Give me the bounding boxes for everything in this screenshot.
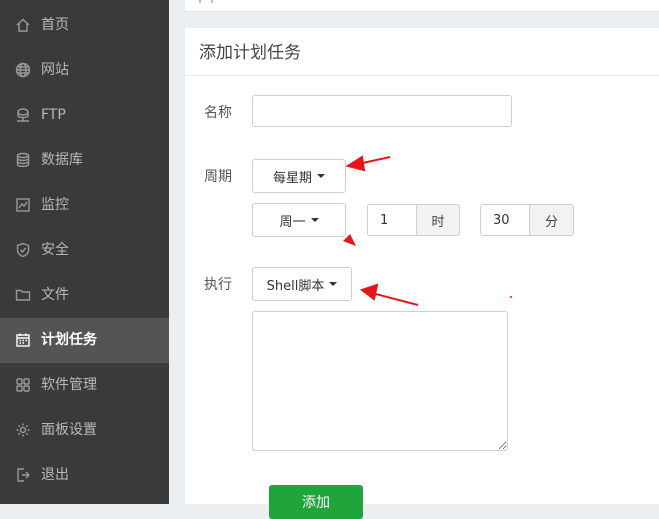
caret-down-icon bbox=[317, 174, 325, 178]
caret-down-icon bbox=[329, 282, 338, 286]
cycle-label: 周期 bbox=[204, 169, 232, 185]
sidebar-item-website[interactable]: 网站 bbox=[0, 48, 169, 93]
panel-fragment bbox=[199, 0, 213, 3]
weekday-dropdown[interactable]: 周一 bbox=[252, 203, 346, 237]
globe-icon bbox=[14, 61, 32, 79]
exec-type-dropdown[interactable]: Shell脚本 bbox=[252, 267, 352, 301]
minute-input[interactable] bbox=[480, 204, 530, 236]
sidebar-item-label: 文件 bbox=[41, 287, 69, 303]
sidebar-item-ftp[interactable]: FTP bbox=[0, 93, 169, 138]
sidebar-item-home[interactable]: 首页 bbox=[0, 3, 169, 48]
gear-icon bbox=[14, 421, 32, 439]
ftp-icon bbox=[14, 106, 32, 124]
caret-down-icon bbox=[310, 218, 319, 222]
hour-unit: 时 bbox=[416, 204, 460, 236]
sidebar-item-label: 首页 bbox=[41, 17, 69, 33]
hour-input[interactable] bbox=[367, 204, 417, 236]
name-label: 名称 bbox=[204, 105, 232, 121]
minute-unit: 分 bbox=[529, 204, 574, 236]
sidebar-item-label: 软件管理 bbox=[41, 377, 97, 393]
shield-icon bbox=[14, 241, 32, 259]
sidebar-item-label: 监控 bbox=[41, 197, 69, 213]
script-textarea[interactable] bbox=[252, 311, 508, 451]
sidebar-item-database[interactable]: 数据库 bbox=[0, 138, 169, 183]
database-icon bbox=[14, 151, 32, 169]
sidebar-item-label: 数据库 bbox=[41, 152, 83, 168]
sidebar-item-logout[interactable]: 退出 bbox=[0, 453, 169, 498]
logout-icon bbox=[14, 466, 32, 484]
sidebar-item-label: 网站 bbox=[41, 62, 69, 78]
sidebar-item-label: 退出 bbox=[41, 467, 69, 483]
exec-type-value: Shell脚本 bbox=[266, 278, 325, 294]
weekday-value: 周一 bbox=[279, 214, 306, 230]
page-title: 添加计划任务 bbox=[185, 28, 659, 76]
sidebar-item-label: 面板设置 bbox=[41, 422, 97, 438]
sidebar: 首页 网站 FTP 数据库 监控 安全 文件 计划任务 软件管理 面板设置 退出 bbox=[0, 0, 169, 504]
cycle-type-dropdown[interactable]: 每星期 bbox=[252, 159, 346, 193]
home-icon bbox=[14, 16, 32, 34]
sidebar-item-monitor[interactable]: 监控 bbox=[0, 183, 169, 228]
calendar-icon bbox=[14, 331, 32, 349]
sidebar-item-cron[interactable]: 计划任务 bbox=[0, 318, 169, 363]
monitor-icon bbox=[14, 196, 32, 214]
main-content: 添加计划任务 名称 周期 每星期 周一 时 分 执行 Shell脚本 添加 bbox=[169, 0, 659, 519]
grid-icon bbox=[14, 376, 32, 394]
sidebar-item-label: 安全 bbox=[41, 242, 69, 258]
sidebar-item-settings[interactable]: 面板设置 bbox=[0, 408, 169, 453]
sidebar-item-label: 计划任务 bbox=[41, 332, 97, 348]
add-cron-panel: 添加计划任务 名称 周期 每星期 周一 时 分 执行 Shell脚本 添加 bbox=[185, 28, 659, 519]
top-panel-strip bbox=[185, 0, 659, 12]
folder-icon bbox=[14, 286, 32, 304]
name-input[interactable] bbox=[252, 95, 512, 127]
add-button[interactable]: 添加 bbox=[269, 485, 363, 519]
cycle-type-value: 每星期 bbox=[272, 170, 312, 186]
sidebar-item-label: FTP bbox=[41, 107, 66, 123]
sidebar-item-security[interactable]: 安全 bbox=[0, 228, 169, 273]
exec-label: 执行 bbox=[204, 277, 232, 293]
sidebar-item-files[interactable]: 文件 bbox=[0, 273, 169, 318]
sidebar-item-software[interactable]: 软件管理 bbox=[0, 363, 169, 408]
